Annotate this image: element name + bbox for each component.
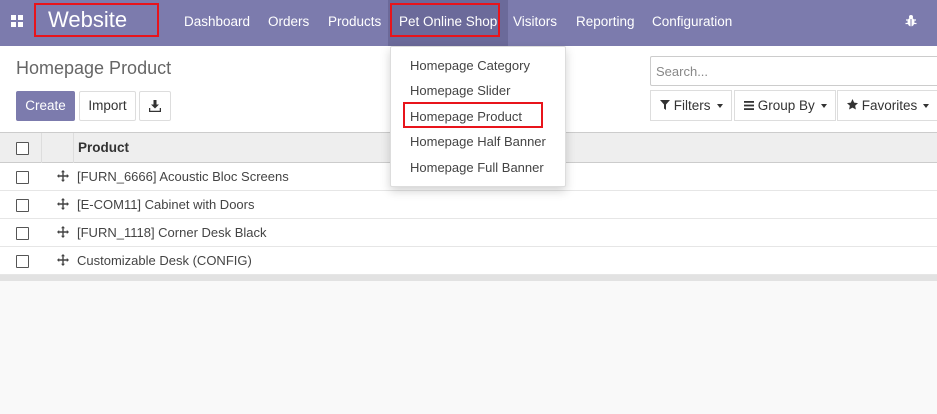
- menu-pet-online-shop[interactable]: Pet Online Shop: [388, 0, 509, 46]
- row-checkbox[interactable]: [16, 255, 29, 268]
- product-name: [E-COM11] Cabinet with Doors: [77, 197, 255, 212]
- groupby-button[interactable]: Group By: [734, 90, 836, 121]
- favorites-label: Favorites: [861, 98, 918, 113]
- bug-icon[interactable]: [905, 14, 917, 27]
- favorites-button[interactable]: Favorites: [837, 90, 937, 121]
- row-checkbox[interactable]: [16, 199, 29, 212]
- create-button[interactable]: Create: [16, 91, 75, 121]
- row-checkbox[interactable]: [16, 171, 29, 184]
- menu-visitors[interactable]: Visitors: [503, 0, 567, 46]
- page-title: Homepage Product: [16, 58, 172, 78]
- apps-grid-icon[interactable]: [11, 15, 23, 27]
- dropdown-item-homepage-category[interactable]: Homepage Category: [410, 58, 530, 73]
- star-icon: [847, 99, 858, 110]
- table-row[interactable]: [FURN_1118] Corner Desk Black: [0, 219, 937, 247]
- table-row[interactable]: Customizable Desk (CONFIG): [0, 247, 937, 275]
- import-button[interactable]: Import: [79, 91, 136, 121]
- drag-handle-icon[interactable]: [57, 254, 69, 266]
- download-button[interactable]: [139, 91, 171, 121]
- dropdown-item-homepage-half-banner[interactable]: Homepage Half Banner: [410, 134, 546, 149]
- filters-label: Filters: [673, 98, 711, 113]
- menu-reporting[interactable]: Reporting: [566, 0, 645, 46]
- dropdown-item-homepage-slider[interactable]: Homepage Slider: [410, 83, 510, 98]
- product-name: Customizable Desk (CONFIG): [77, 253, 252, 268]
- row-checkbox[interactable]: [16, 227, 29, 240]
- filter-icon: [660, 100, 670, 110]
- filters-button[interactable]: Filters: [650, 90, 732, 121]
- pet-online-shop-dropdown: Homepage Category Homepage Slider Homepa…: [390, 46, 566, 187]
- list-footer: [0, 275, 937, 281]
- select-all-checkbox[interactable]: [16, 142, 29, 155]
- drag-handle-icon[interactable]: [57, 198, 69, 210]
- dropdown-item-homepage-full-banner[interactable]: Homepage Full Banner: [410, 160, 544, 175]
- product-name: [FURN_1118] Corner Desk Black: [77, 225, 267, 240]
- column-header-product[interactable]: Product: [78, 140, 129, 155]
- search-input[interactable]: [650, 56, 937, 86]
- table-row[interactable]: [E-COM11] Cabinet with Doors: [0, 191, 937, 219]
- drag-handle-icon[interactable]: [57, 170, 69, 182]
- list-bars-icon: [744, 101, 754, 110]
- top-navbar: Website Dashboard Orders Products Pet On…: [0, 0, 937, 46]
- menu-products[interactable]: Products: [318, 0, 391, 46]
- app-brand[interactable]: Website: [34, 3, 159, 37]
- groupby-label: Group By: [757, 98, 815, 113]
- download-icon: [148, 100, 162, 113]
- menu-dashboard[interactable]: Dashboard: [174, 0, 260, 46]
- menu-orders[interactable]: Orders: [258, 0, 319, 46]
- menu-configuration[interactable]: Configuration: [642, 0, 742, 46]
- product-name: [FURN_6666] Acoustic Bloc Screens: [77, 169, 289, 184]
- dropdown-item-homepage-product[interactable]: Homepage Product: [410, 109, 522, 124]
- drag-handle-icon[interactable]: [57, 226, 69, 238]
